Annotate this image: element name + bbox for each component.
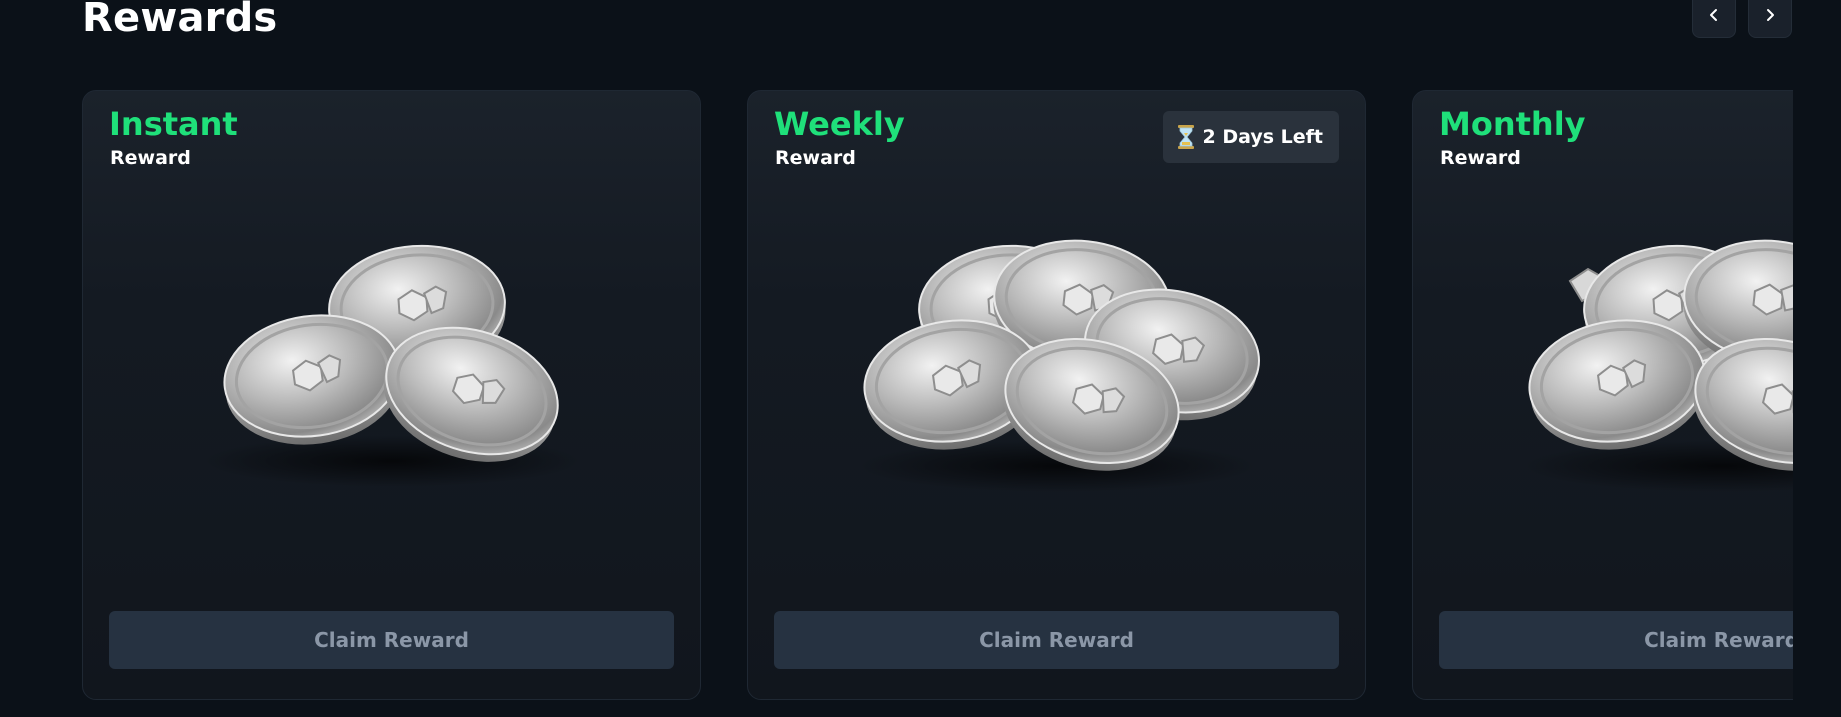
time-remaining-badge: 2 Days Left [1162, 111, 1339, 163]
reward-card-weekly: Weekly Reward 2 Days Left Claim Reward [747, 90, 1366, 700]
card-subtitle: Reward [110, 147, 191, 169]
hourglass-icon [1177, 125, 1194, 149]
section-title: Rewards [82, 0, 278, 41]
card-type-label: Instant [109, 105, 238, 143]
carousel-track: Instant Reward Claim Reward Weekly Rewar… [82, 90, 1793, 702]
chevron-right-icon [1767, 9, 1774, 21]
badge-text: 2 Days Left [1202, 126, 1324, 148]
claim-reward-button[interactable]: Claim Reward [109, 611, 674, 669]
rewards-carousel[interactable]: Instant Reward Claim Reward Weekly Rewar… [82, 90, 1793, 702]
carousel-prev-button[interactable] [1692, 0, 1736, 38]
rewards-page: Rewards Instant Reward Claim Reward Week… [0, 0, 1841, 717]
silver-coins-icon [201, 238, 582, 487]
claim-reward-button[interactable]: Claim Reward [1439, 611, 1793, 669]
reward-card-instant: Instant Reward Claim Reward [82, 90, 701, 700]
reward-card-monthly: Monthly Reward Claim Reward [1412, 90, 1793, 700]
silver-coins-icon [1519, 230, 1793, 492]
card-type-label: Weekly [774, 105, 905, 143]
card-subtitle: Reward [1440, 147, 1521, 169]
claim-reward-button[interactable]: Claim Reward [774, 611, 1339, 669]
chevron-left-icon [1710, 9, 1717, 21]
silver-coins-icon [854, 230, 1272, 492]
carousel-next-button[interactable] [1748, 0, 1792, 38]
card-type-label: Monthly [1439, 105, 1586, 143]
card-subtitle: Reward [775, 147, 856, 169]
